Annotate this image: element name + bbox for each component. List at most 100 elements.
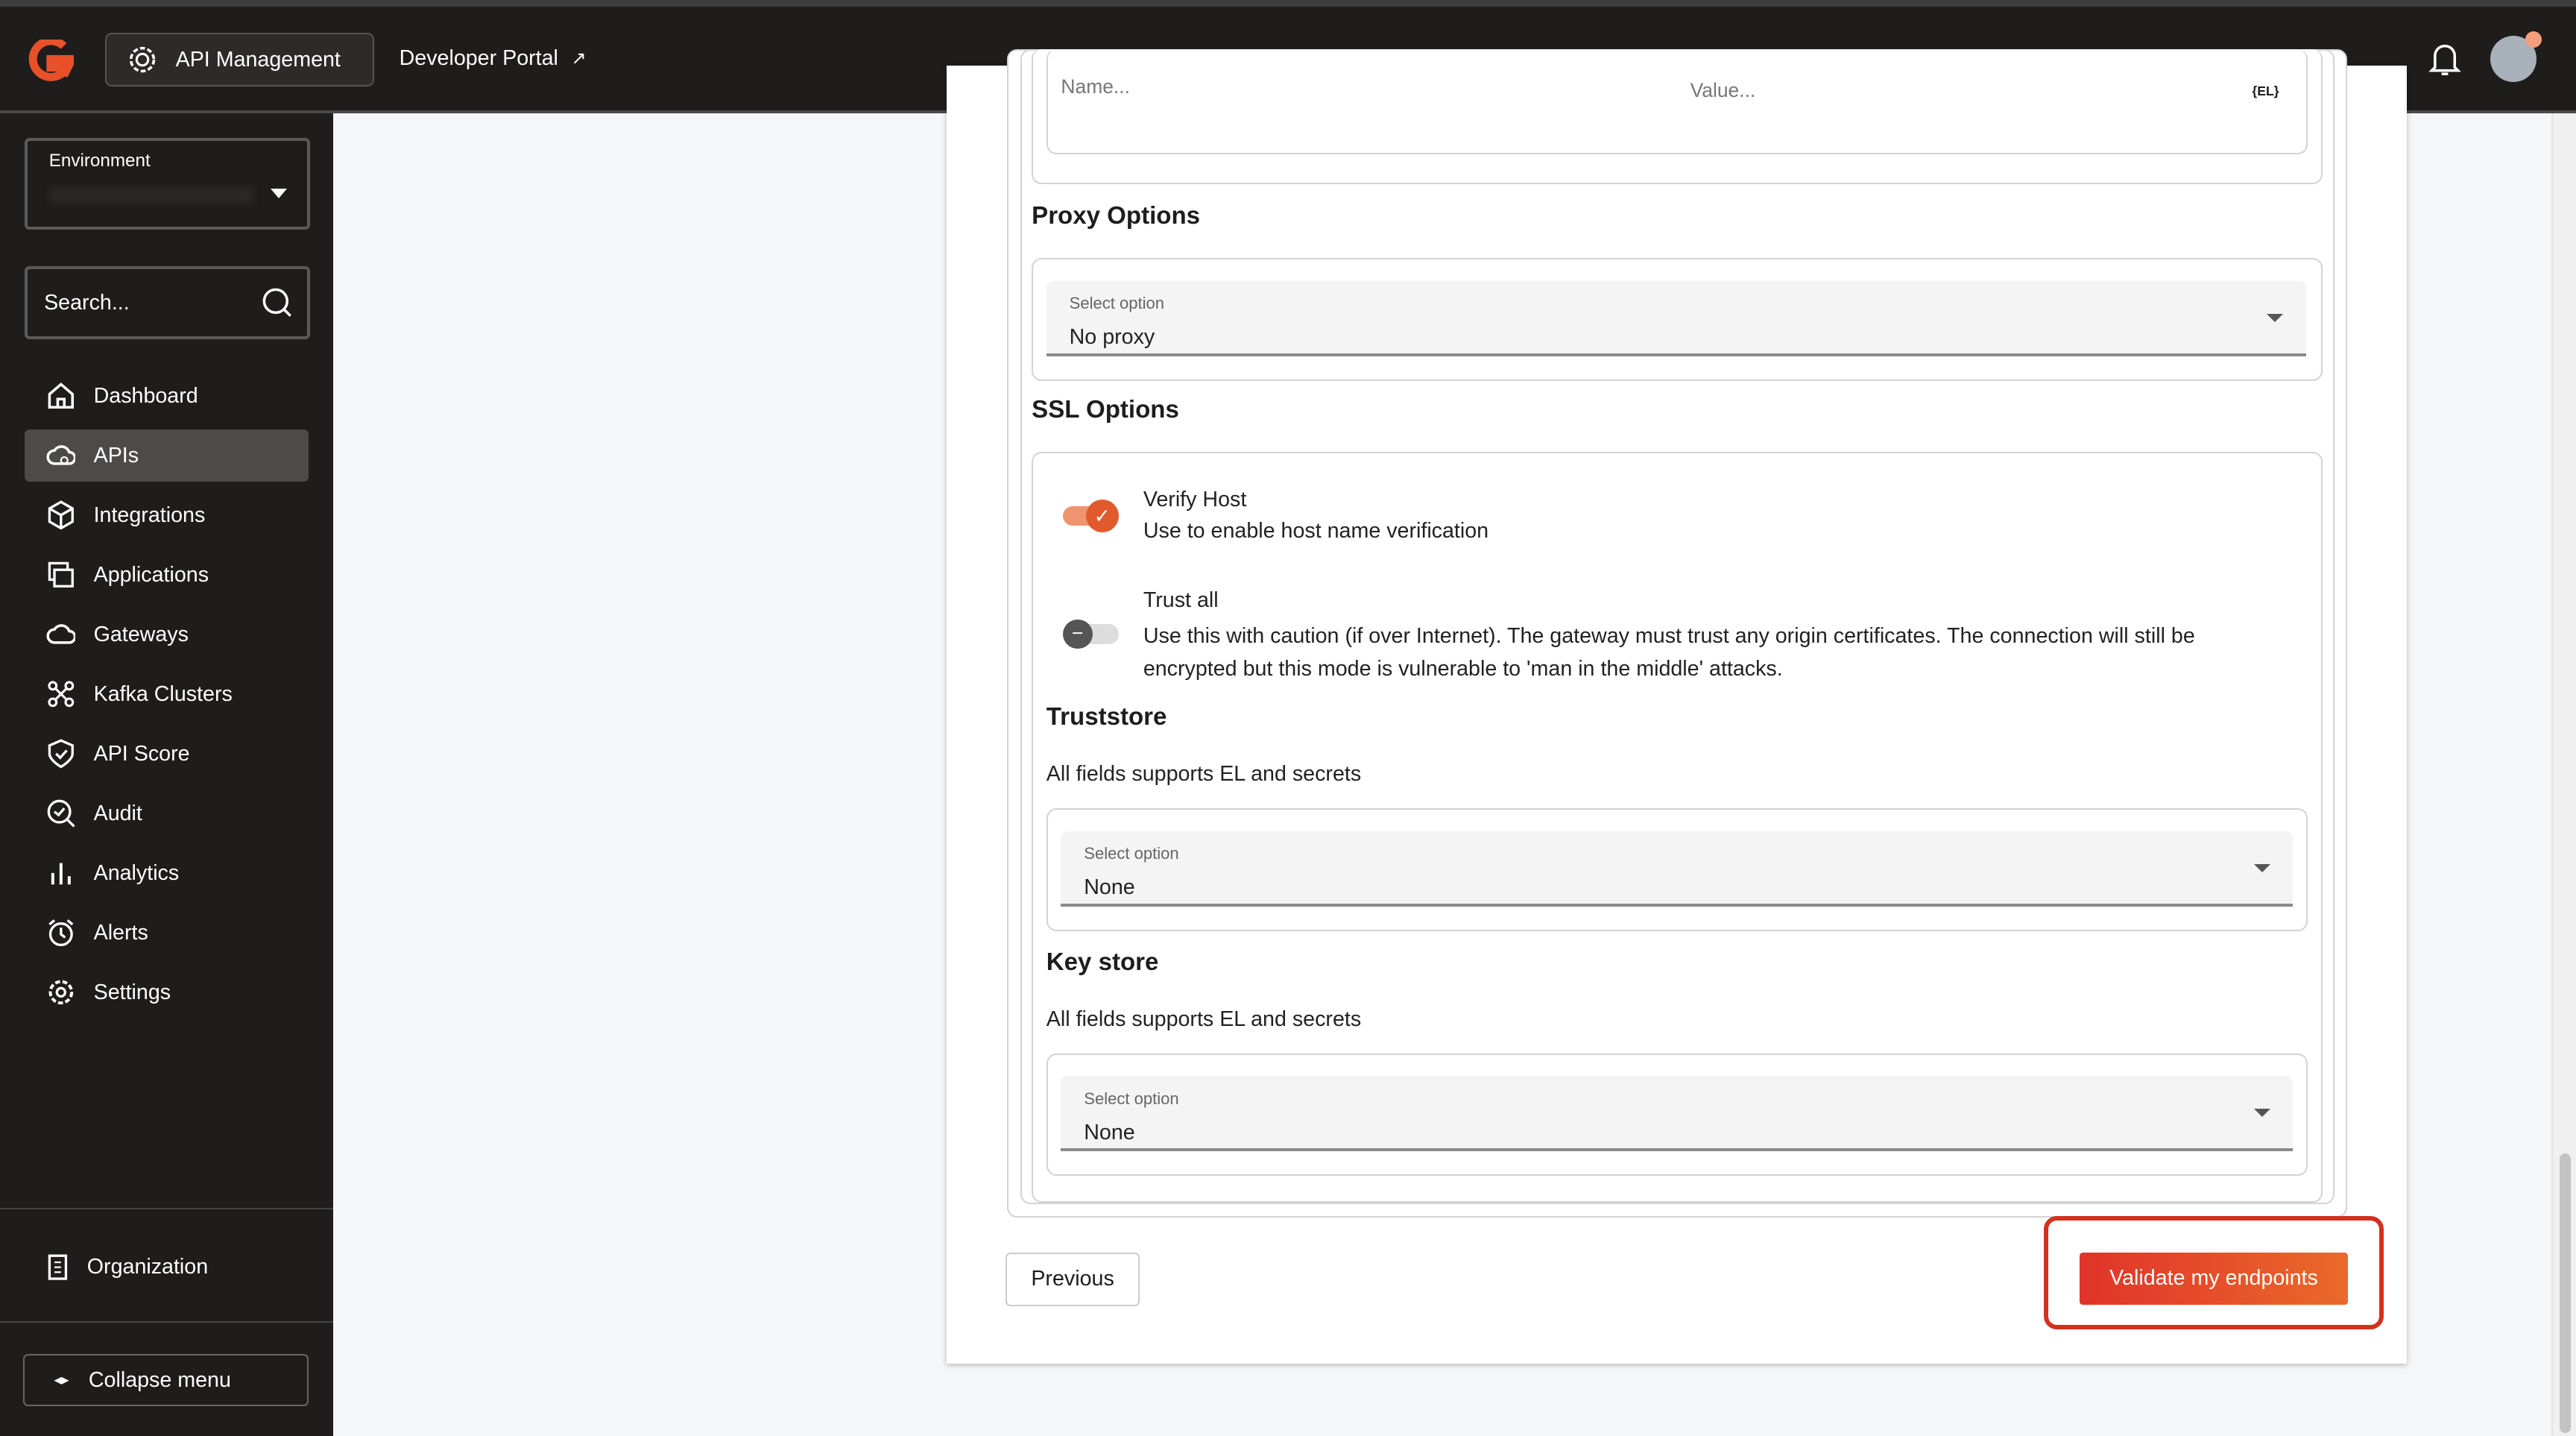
sidebar-item-label: Integrations (93, 503, 206, 527)
verify-host-description: Use to enable host name verification (1143, 519, 1489, 544)
developer-portal-link[interactable]: Developer Portal ↗ (400, 46, 587, 71)
verify-host-toggle[interactable]: ✓ (1062, 499, 1119, 532)
headers-box: Name... Value... {EL} (1032, 49, 2323, 184)
organization-label: Organization (86, 1254, 209, 1279)
notification-dot (2525, 31, 2542, 48)
keystore-title: Key store (1046, 948, 1159, 976)
applications-icon (48, 562, 74, 588)
verify-host-label: Verify Host (1143, 488, 1247, 512)
bar-chart-icon (51, 863, 71, 885)
scrollbar-thumb[interactable] (2559, 1153, 2572, 1433)
divider (0, 1321, 334, 1323)
sidebar-item-gateways[interactable]: Gateways (25, 608, 309, 661)
proxy-options-title: Proxy Options (1032, 202, 1201, 230)
collapse-menu-button[interactable]: ◂▸ Collapse menu (22, 1354, 309, 1407)
select-label: Select option (1069, 294, 1165, 313)
ssl-options-title: SSL Options (1032, 396, 1179, 424)
select-label: Select option (1084, 844, 1179, 863)
keystore-select[interactable]: Select option None (1061, 1076, 2294, 1152)
trust-all-toggle[interactable]: − (1062, 619, 1119, 649)
sidebar-item-settings[interactable]: Settings (25, 966, 309, 1019)
home-icon (48, 382, 74, 409)
trust-all-description: Use this with caution (if over Internet)… (1143, 623, 2195, 681)
chevron-down-icon (271, 189, 288, 198)
sidebar-item-label: Gateways (93, 622, 189, 646)
sidebar-item-apis[interactable]: APIs (25, 429, 309, 482)
sidebar-item-dashboard[interactable]: Dashboard (25, 370, 309, 423)
chevron-down-icon (2253, 1109, 2270, 1118)
sidebar-item-integrations[interactable]: Integrations (25, 489, 309, 542)
truststore-box: Select option None (1046, 808, 2308, 932)
building-icon (48, 1254, 67, 1280)
cloud-icon (46, 624, 76, 644)
endpoint-form-card: Name... Value... {EL} Proxy Options Sele… (946, 49, 2407, 1364)
shield-check-icon (48, 739, 74, 769)
ssl-box: ✓ Verify Host Use to enable host name ve… (1032, 452, 2323, 1203)
sidebar-item-label: Applications (93, 562, 209, 587)
sidebar-item-label: Kafka Clusters (93, 681, 233, 706)
proxy-select[interactable]: Select option No proxy (1046, 280, 2307, 356)
search-icon (262, 288, 291, 318)
sidebar-item-api-score[interactable]: API Score (25, 728, 309, 781)
developer-portal-label: Developer Portal (399, 45, 558, 70)
header-row: Name... Value... {EL} (1046, 49, 2308, 154)
chevron-down-icon (2253, 863, 2270, 872)
keystore-hint: All fields supports EL and secrets (1046, 1007, 1362, 1031)
proxy-box: Select option No proxy (1032, 258, 2323, 381)
window-top-strip (0, 0, 2576, 7)
validate-label: Validate my endpoints (2109, 1266, 2318, 1291)
sidebar-item-label: Settings (93, 980, 171, 1004)
gear-icon (48, 980, 73, 1005)
cube-icon (48, 500, 74, 530)
sidebar-item-audit[interactable]: Audit (25, 787, 309, 840)
truststore-select[interactable]: Select option None (1061, 831, 2294, 907)
select-value: None (1084, 875, 1135, 900)
api-management-label: API Management (175, 47, 341, 72)
environment-select[interactable]: Environment (25, 138, 310, 230)
select-label: Select option (1084, 1089, 1179, 1108)
validate-endpoints-button[interactable]: Validate my endpoints (2080, 1252, 2348, 1306)
sidebar-item-analytics[interactable]: Analytics (25, 847, 309, 900)
minus-icon: − (1062, 619, 1093, 649)
sidebar-item-label: Analytics (93, 860, 180, 885)
search-placeholder: Search... (44, 290, 130, 315)
el-badge-icon[interactable]: {EL} (2252, 84, 2279, 99)
previous-label: Previous (1031, 1267, 1114, 1291)
divider (0, 1208, 334, 1210)
trust-all-label: Trust all (1143, 588, 1219, 612)
truststore-title: Truststore (1046, 703, 1167, 731)
truststore-hint: All fields supports EL and secrets (1046, 762, 1362, 787)
environment-value-blurred (48, 186, 255, 204)
previous-button[interactable]: Previous (1005, 1252, 1140, 1306)
sidebar-item-label: APIs (93, 443, 139, 467)
scrollbar-track[interactable] (2551, 113, 2576, 1436)
sidebar-item-applications[interactable]: Applications (25, 549, 309, 602)
alarm-icon (48, 919, 74, 947)
sidebar: Environment Search... Dashboard APIs Integ… (0, 113, 334, 1436)
gear-icon (130, 47, 156, 73)
select-value: No proxy (1069, 325, 1155, 350)
external-link-icon: ↗ (571, 48, 587, 69)
sidebar-item-label: Audit (93, 801, 142, 825)
sidebar-item-label: Dashboard (93, 383, 198, 408)
sidebar-item-alerts[interactable]: Alerts (25, 907, 309, 960)
bell-icon[interactable] (2428, 41, 2461, 77)
api-management-button[interactable]: API Management (105, 33, 375, 87)
header-name-input[interactable]: Name... (1061, 75, 1130, 98)
collapse-icon: ◂▸ (54, 1372, 69, 1389)
check-icon: ✓ (1085, 499, 1119, 532)
sidebar-item-label: API Score (93, 741, 190, 766)
sidebar-item-kafka-clusters[interactable]: Kafka Clusters (25, 668, 309, 721)
header-value-input[interactable]: Value... (1690, 79, 1756, 102)
collapse-label: Collapse menu (88, 1367, 231, 1392)
sidebar-item-organization[interactable]: Organization (25, 1241, 309, 1294)
cluster-icon (48, 681, 74, 708)
sidebar-item-label: Alerts (93, 920, 148, 945)
environment-label: Environment (48, 151, 151, 171)
gravitee-logo[interactable] (28, 39, 75, 82)
search-input[interactable]: Search... (25, 266, 310, 340)
chevron-down-icon (2267, 313, 2284, 322)
select-value: None (1084, 1120, 1135, 1144)
cloud-api-icon (46, 445, 76, 465)
search-check-icon (47, 800, 75, 828)
